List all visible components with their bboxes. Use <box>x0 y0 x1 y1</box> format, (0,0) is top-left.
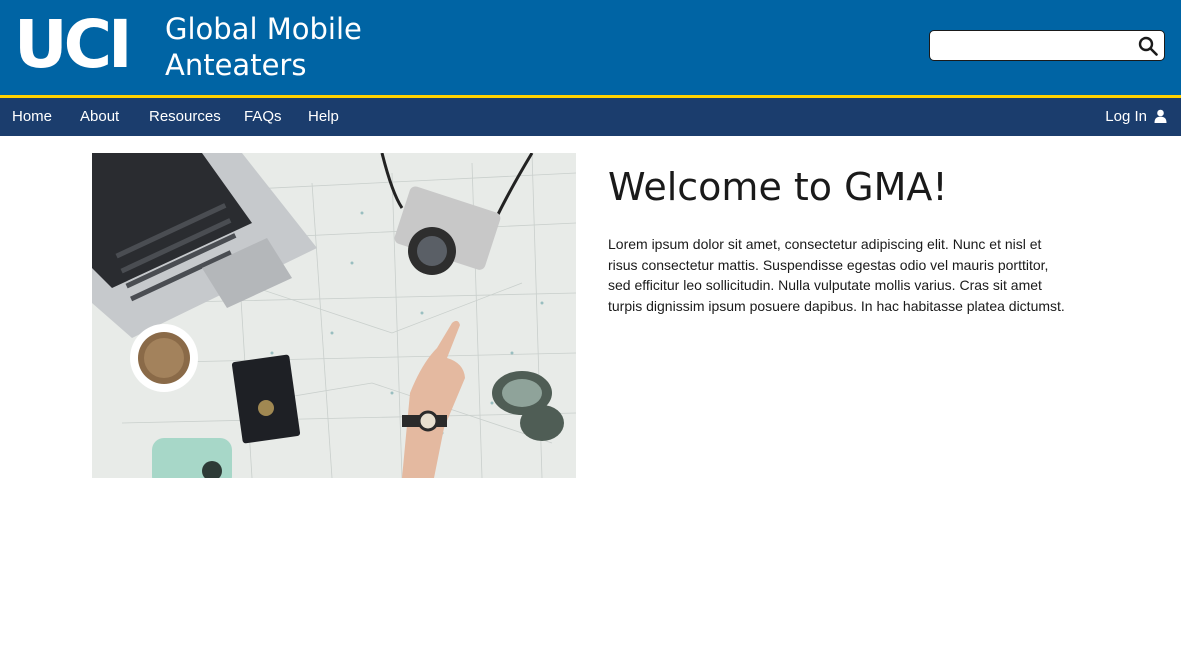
page-heading: Welcome to GMA! <box>608 165 948 209</box>
uci-logo[interactable]: UCI <box>14 12 133 78</box>
intro-paragraph: Lorem ipsum dolor sit amet, consectetur … <box>608 236 1065 314</box>
nav-item-faqs[interactable]: FAQs <box>244 98 282 136</box>
nav-item-help[interactable]: Help <box>308 98 339 136</box>
main-nav: Home About Resources FAQs Help Log In <box>0 98 1181 136</box>
nav-item-resources[interactable]: Resources <box>149 98 221 136</box>
nav-item-home[interactable]: Home <box>12 98 52 136</box>
hero-image <box>92 153 576 478</box>
site-title-line2: Anteaters <box>165 48 307 82</box>
travel-map-illustration <box>92 153 576 478</box>
site-title[interactable]: Global Mobile Anteaters <box>165 11 362 83</box>
search-input[interactable] <box>938 35 1137 59</box>
site-title-line1: Global Mobile <box>165 12 362 46</box>
user-icon <box>1154 109 1167 124</box>
nav-item-about[interactable]: About <box>80 98 119 136</box>
search-box <box>929 30 1165 61</box>
search-icon[interactable] <box>1138 36 1158 56</box>
login-label: Log In <box>1105 108 1147 125</box>
site-header: UCI Global Mobile Anteaters <box>0 0 1181 98</box>
login-link[interactable]: Log In <box>1105 98 1167 136</box>
